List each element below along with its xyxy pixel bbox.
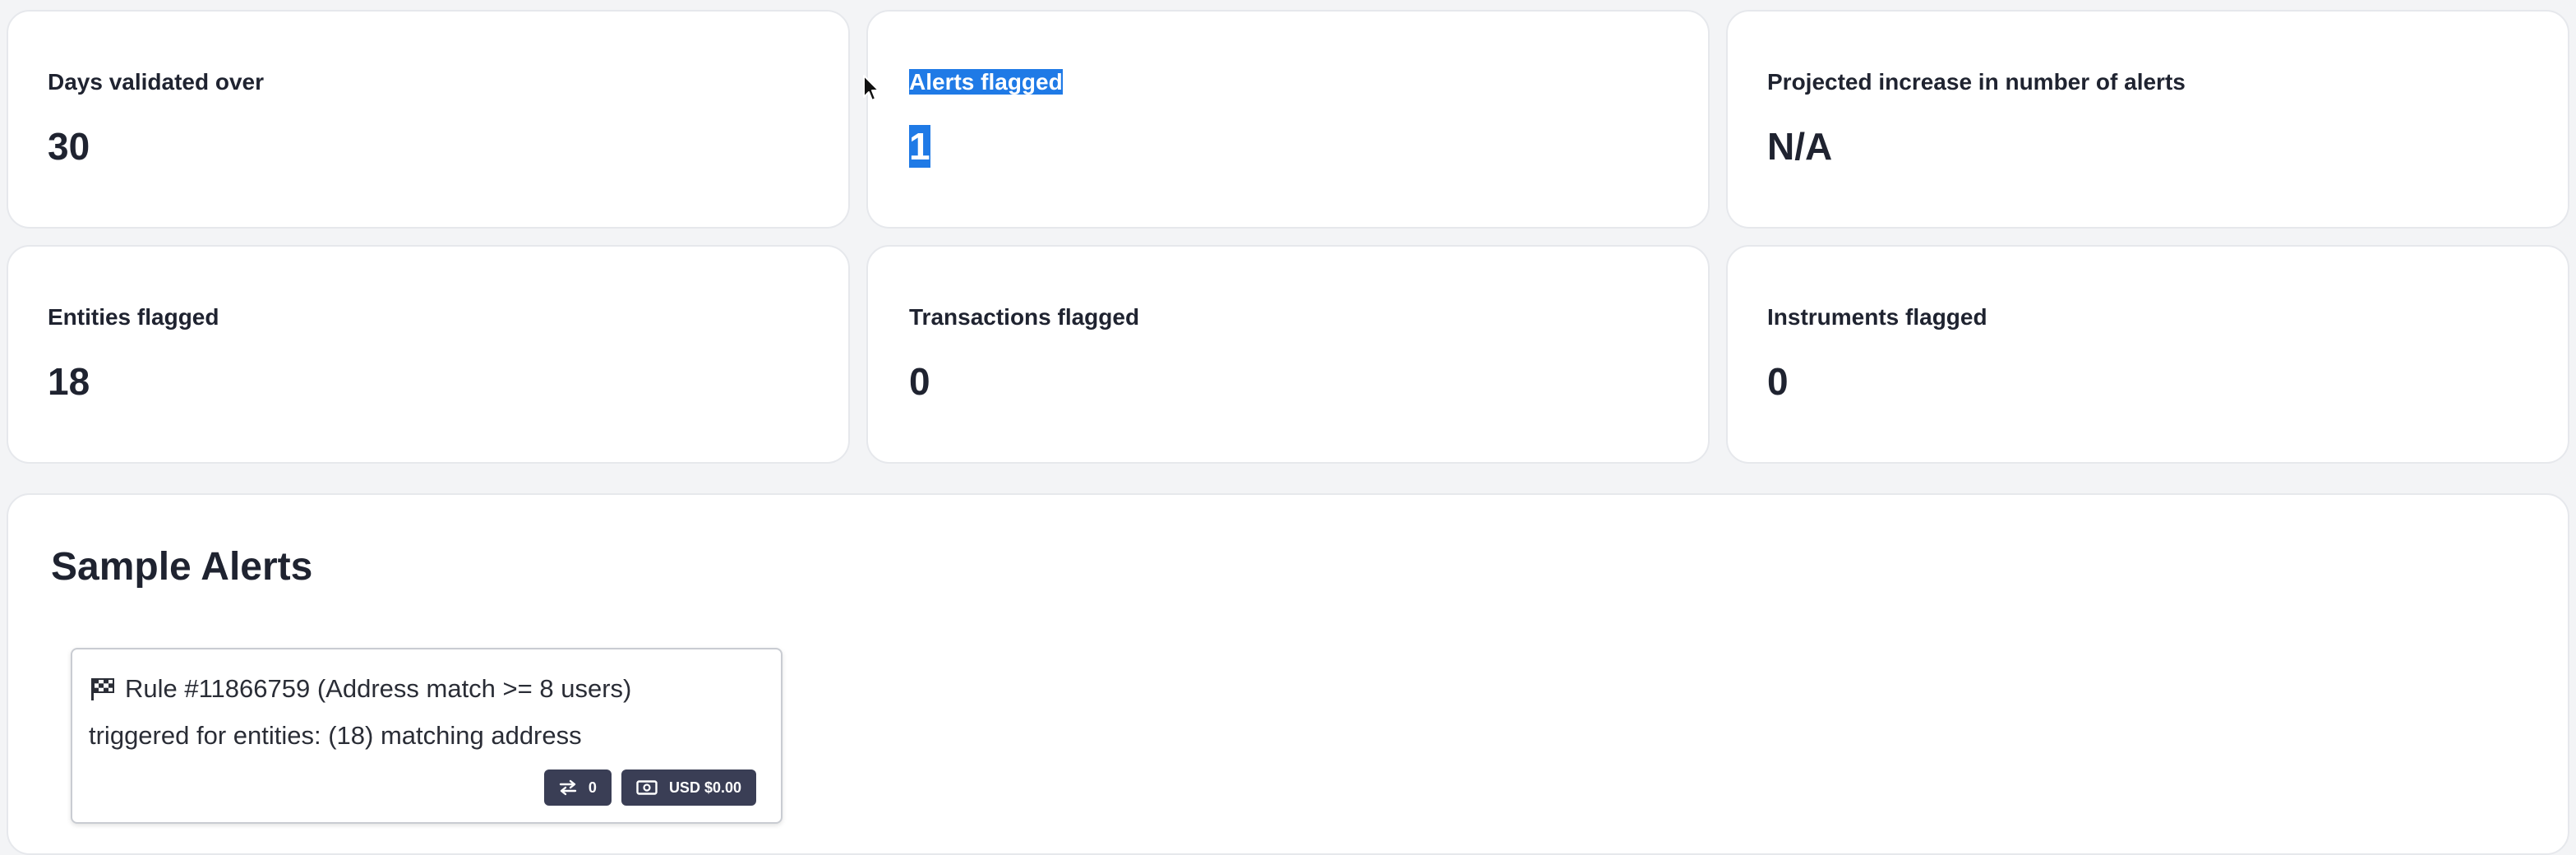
alert-trigger-text: triggered for entities: (18) matching ad… [89,721,582,750]
alert-rule-text: Rule #11866759 (Address match >= 8 users… [125,674,632,703]
sample-alerts-panel: Sample Alerts Rule #11866759 (Address ma… [7,493,2569,855]
selected-text: Alerts flagged [909,69,1063,95]
stat-card-instruments-flagged: Instruments flagged 0 [1726,245,2569,464]
stat-card-projected-increase: Projected increase in number of alerts N… [1726,10,2569,229]
alert-badges: 0 USD $0.00 [543,770,756,806]
stat-value: N/A [1767,125,1833,168]
stat-label: Transactions flagged [909,304,1140,330]
stat-card-days-validated: Days validated over 30 [7,10,850,229]
alert-description: Rule #11866759 (Address match >= 8 users… [89,668,763,757]
amount-value: USD $0.00 [668,779,741,796]
stat-card-alerts-flagged: Alerts flagged 1 [866,10,1710,229]
stat-value: 18 [48,360,90,403]
stat-value: 0 [1767,360,1789,403]
section-title: Sample Alerts [51,545,313,589]
stat-label: Entities flagged [48,304,219,330]
stat-label: Instruments flagged [1767,304,1987,330]
stat-card-transactions-flagged: Transactions flagged 0 [866,245,1710,464]
stat-card-entities-flagged: Entities flagged 18 [7,245,850,464]
transfer-count-badge: 0 [543,770,612,806]
amount-badge: USD $0.00 [621,770,756,806]
checkered-flag-icon [89,672,115,714]
alert-card[interactable]: Rule #11866759 (Address match >= 8 users… [71,648,782,824]
stat-value: 1 [909,123,930,169]
selected-text: 1 [909,125,930,168]
stat-value: 30 [48,125,90,168]
stat-label: Days validated over [48,69,265,95]
cash-icon [636,780,658,795]
transfer-count: 0 [588,779,597,796]
mouse-cursor-icon [862,74,882,108]
transfer-arrows-icon [559,779,577,796]
stat-value: 0 [909,360,930,403]
stat-label: Alerts flagged [909,67,1063,97]
stat-label: Projected increase in number of alerts [1767,69,2186,95]
